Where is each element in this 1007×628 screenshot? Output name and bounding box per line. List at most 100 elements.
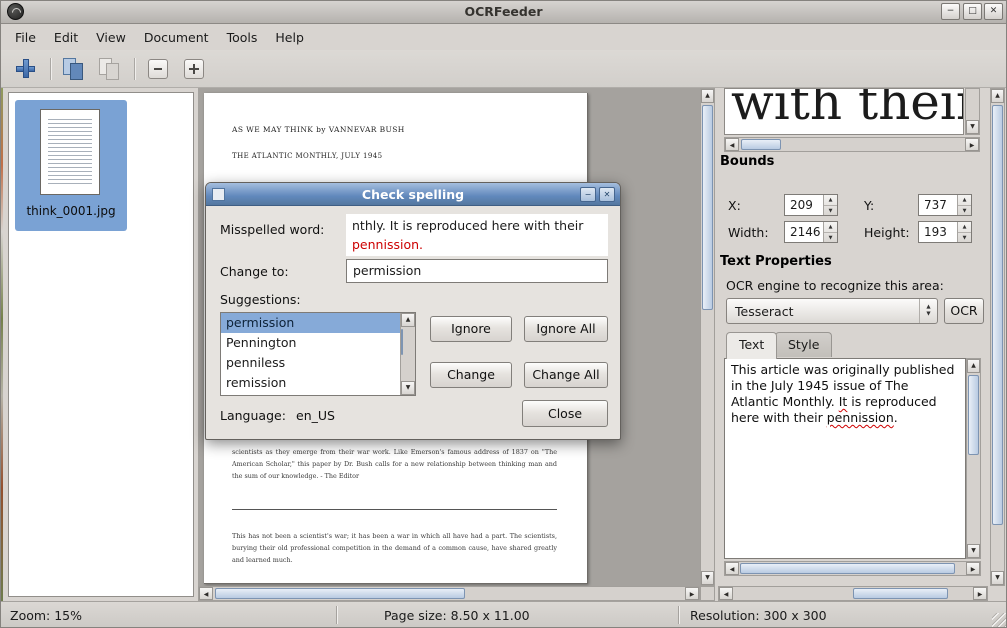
center-vertical-scrollbar[interactable]: ▲ ▼ <box>700 88 715 586</box>
resize-grip[interactable] <box>992 613 1006 627</box>
spin-down-icon: ▼ <box>958 233 971 243</box>
x-spinbox[interactable]: 209 ▲▼ <box>784 194 838 216</box>
dialog-close-button[interactable]: ✕ <box>599 187 615 202</box>
ignore-all-button[interactable]: Ignore All <box>524 316 608 342</box>
ignore-button[interactable]: Ignore <box>430 316 512 342</box>
scroll-thumb[interactable] <box>853 588 948 599</box>
menu-document[interactable]: Document <box>135 26 218 49</box>
dialog-titlebar[interactable]: Check spelling − ✕ <box>206 183 620 206</box>
center-horizontal-scrollbar[interactable]: ◀ ▶ <box>198 586 700 601</box>
selected-area-preview[interactable]: with their pennission. <box>724 88 964 135</box>
scroll-left-icon[interactable]: ◀ <box>725 562 739 575</box>
textarea-vertical-scrollbar[interactable]: ▲ ▼ <box>966 358 981 559</box>
scroll-thumb[interactable] <box>740 563 955 574</box>
scroll-up-icon[interactable]: ▲ <box>401 313 415 327</box>
scroll-trough[interactable] <box>739 562 966 575</box>
page-thumbnail-item[interactable]: think_0001.jpg <box>15 100 127 231</box>
change-button[interactable]: Change <box>430 362 512 388</box>
suggestions-list[interactable]: permission Pennington penniless remissio… <box>220 312 416 396</box>
resolution-status: Resolution: 300 x 300 <box>680 608 1007 623</box>
menu-edit[interactable]: Edit <box>45 26 87 49</box>
scroll-right-icon[interactable]: ▶ <box>965 138 979 151</box>
scroll-up-icon[interactable]: ▲ <box>967 359 980 373</box>
scroll-right-icon[interactable]: ▶ <box>685 587 699 600</box>
scroll-down-icon[interactable]: ▼ <box>967 544 980 558</box>
scroll-left-icon[interactable]: ◀ <box>725 138 739 151</box>
tab-text[interactable]: Text <box>726 332 777 359</box>
scroll-right-icon[interactable]: ▶ <box>973 587 987 600</box>
scroll-trough[interactable] <box>967 373 980 544</box>
check-spelling-dialog: Check spelling − ✕ Misspelled word: nthl… <box>205 182 621 440</box>
context-line: nthly. It is reproduced here with their <box>352 216 602 235</box>
scroll-thumb[interactable] <box>215 588 465 599</box>
panel-horizontal-scrollbar[interactable]: ◀ ▶ <box>718 586 988 601</box>
ocr-button[interactable]: OCR <box>944 298 984 324</box>
width-spinbox[interactable]: 2146 ▲▼ <box>784 221 838 243</box>
scroll-trough[interactable] <box>401 327 415 381</box>
menu-tools[interactable]: Tools <box>218 26 267 49</box>
scroll-trough[interactable] <box>701 103 714 571</box>
scroll-up-icon[interactable]: ▲ <box>701 89 714 103</box>
menu-help[interactable]: Help <box>266 26 313 49</box>
scroll-thumb[interactable] <box>401 329 403 355</box>
scroll-down-icon[interactable]: ▼ <box>701 571 714 585</box>
y-value[interactable]: 737 <box>919 195 957 215</box>
change-to-input[interactable]: permission <box>346 259 608 283</box>
zoom-out-button[interactable] <box>144 55 174 83</box>
suggestion-item[interactable]: penniless <box>221 353 400 373</box>
scroll-right-icon[interactable]: ▶ <box>966 562 980 575</box>
text-properties-title: Text Properties <box>720 254 832 269</box>
recognized-text-area[interactable]: This article was originally published in… <box>724 358 966 559</box>
scroll-trough[interactable] <box>991 103 1004 571</box>
suggestion-item[interactable]: remission <box>221 373 400 393</box>
language-value: en_US <box>296 408 335 423</box>
dialog-minimize-button[interactable]: − <box>580 187 596 202</box>
scroll-up-icon[interactable]: ▲ <box>991 89 1004 103</box>
combo-arrows-icon[interactable]: ▲▼ <box>919 299 937 323</box>
preview-horizontal-scrollbar[interactable]: ◀ ▶ <box>724 137 980 152</box>
ocr-engine-combobox[interactable]: Tesseract ▲▼ <box>726 298 938 324</box>
spin-arrows[interactable]: ▲▼ <box>957 222 971 242</box>
scroll-trough[interactable] <box>966 89 979 120</box>
scroll-thumb[interactable] <box>968 375 979 455</box>
spin-arrows[interactable]: ▲▼ <box>823 222 837 242</box>
zoom-fit-button[interactable] <box>180 55 210 83</box>
scroll-down-icon[interactable]: ▼ <box>401 381 415 395</box>
height-spinbox[interactable]: 193 ▲▼ <box>918 221 972 243</box>
suggestion-item[interactable]: Pennington <box>221 333 400 353</box>
scroll-thumb[interactable] <box>702 105 713 310</box>
scroll-thumb[interactable] <box>741 139 781 150</box>
scroll-trough[interactable] <box>739 138 965 151</box>
menu-view[interactable]: View <box>87 26 135 49</box>
menu-file[interactable]: File <box>6 26 45 49</box>
tab-style[interactable]: Style <box>775 332 832 357</box>
scroll-left-icon[interactable]: ◀ <box>199 587 213 600</box>
scroll-trough[interactable] <box>213 587 685 600</box>
x-value[interactable]: 209 <box>785 195 823 215</box>
suggestion-item[interactable]: permission <box>221 313 400 333</box>
textarea-horizontal-scrollbar[interactable]: ◀ ▶ <box>724 561 981 576</box>
change-all-button[interactable]: Change All <box>524 362 608 388</box>
properties-panel: with their pennission. ▼ ◀ ▶ Bounds X: 2… <box>718 88 1007 601</box>
recognize-pages-button[interactable] <box>60 55 90 83</box>
close-button[interactable]: ✕ <box>984 3 1003 20</box>
thumbnail-text-lines <box>48 119 92 187</box>
minimize-button[interactable]: − <box>941 3 960 20</box>
scroll-down-icon[interactable]: ▼ <box>991 571 1004 585</box>
close-dialog-button[interactable]: Close <box>522 400 608 427</box>
add-image-button[interactable] <box>12 55 42 83</box>
preview-vertical-scrollbar[interactable]: ▼ <box>965 88 980 135</box>
height-value[interactable]: 193 <box>919 222 957 242</box>
spin-arrows[interactable]: ▲▼ <box>823 195 837 215</box>
scroll-trough[interactable] <box>733 587 973 600</box>
scroll-left-icon[interactable]: ◀ <box>719 587 733 600</box>
spin-arrows[interactable]: ▲▼ <box>957 195 971 215</box>
export-document-button[interactable] <box>96 55 126 83</box>
maximize-button[interactable]: □ <box>963 3 982 20</box>
suggestions-scrollbar[interactable]: ▲ ▼ <box>400 313 415 395</box>
scroll-thumb[interactable] <box>992 105 1003 525</box>
scroll-down-icon[interactable]: ▼ <box>966 120 979 134</box>
panel-vertical-scrollbar[interactable]: ▲ ▼ <box>990 88 1005 586</box>
width-value[interactable]: 2146 <box>785 222 823 242</box>
y-spinbox[interactable]: 737 ▲▼ <box>918 194 972 216</box>
